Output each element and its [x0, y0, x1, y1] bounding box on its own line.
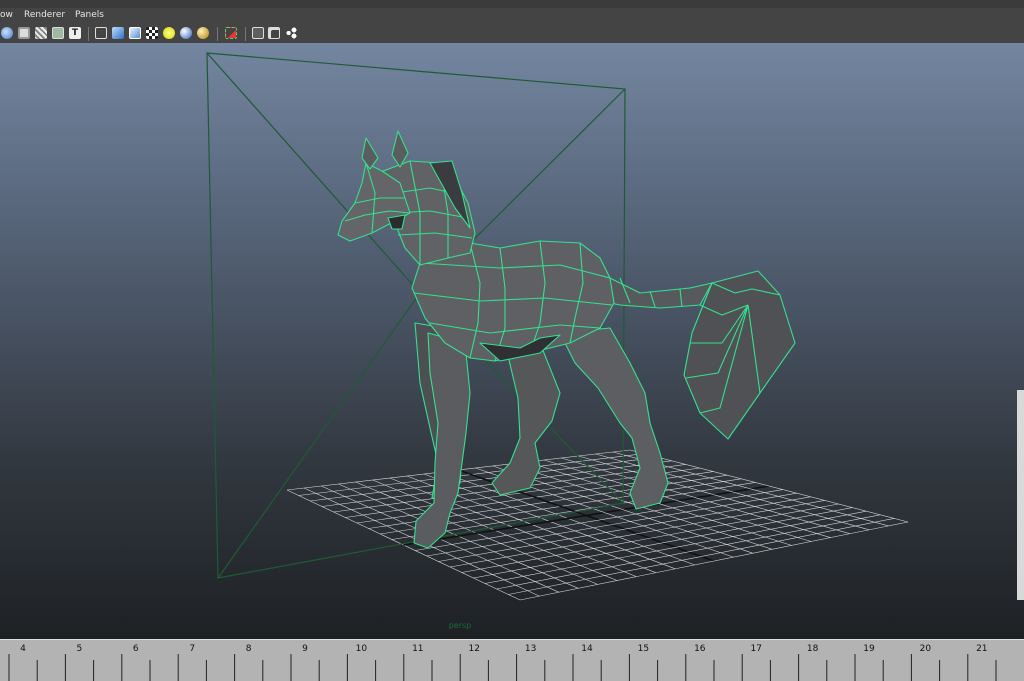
frame-number-label: 7	[189, 644, 195, 654]
graph-node-icon[interactable]	[285, 27, 297, 39]
perspective-viewport[interactable]: persp	[0, 43, 1024, 639]
back-leg-near	[559, 327, 669, 510]
frame-number-label: 12	[468, 644, 479, 654]
frame-number-label: 14	[581, 644, 593, 654]
ear-right	[391, 130, 409, 168]
ambient-occlusion-icon[interactable]	[197, 27, 209, 39]
frame-number-label: 16	[694, 644, 706, 654]
camera-name-label: persp	[448, 621, 472, 630]
frame-number-label: 13	[525, 644, 536, 654]
frame-number-label: 19	[863, 644, 875, 654]
light-bulb-icon[interactable]	[163, 27, 175, 39]
grid-wire-icon[interactable]	[35, 27, 47, 39]
frame-number-label: 15	[638, 644, 649, 654]
grid-line	[629, 449, 909, 523]
render-sphere-icon[interactable]	[1, 27, 13, 39]
panel-menu-bar: ow Renderer Panels	[0, 8, 1024, 25]
frame-number-label: 11	[412, 644, 423, 654]
frame-number-label: 6	[133, 644, 139, 654]
grid-line	[508, 518, 895, 595]
time-ruler[interactable]: 4 5 6 7 8 9 10 11 12 13 14 15 16 17 18 19 20 21	[0, 640, 1024, 681]
horse-mesh[interactable]	[337, 130, 796, 549]
checker-texture-icon[interactable]	[146, 27, 158, 39]
shaded-cube-icon[interactable]	[129, 27, 141, 39]
frame-number-label: 4	[20, 644, 26, 654]
ear-left	[361, 137, 379, 170]
xray-joints-icon[interactable]	[268, 27, 280, 39]
time-slider[interactable]: 4 5 6 7 8 9 10 11 12 13 14 15 16 17 18 19 20 21	[0, 639, 1024, 681]
frame-number-label: 8	[246, 644, 252, 654]
frame-number-label: 20	[920, 644, 932, 654]
menu-renderer[interactable]: Renderer	[24, 10, 65, 20]
xray-cube-icon[interactable]	[252, 27, 264, 39]
menu-view[interactable]: ow	[0, 10, 13, 20]
menu-panels[interactable]: Panels	[75, 10, 104, 20]
scene-canvas[interactable]	[0, 43, 1024, 639]
camera-overlay-icon[interactable]	[52, 27, 64, 39]
text-icon[interactable]: T	[69, 27, 81, 39]
frame-number-label: 18	[807, 644, 819, 654]
wireframe-cube-icon[interactable]	[95, 27, 107, 39]
back-leg-far	[491, 342, 561, 496]
panel-toolbar: T	[0, 25, 1024, 44]
toolbar-separator	[88, 27, 89, 41]
snapshot-icon[interactable]	[18, 27, 30, 39]
ground-grid	[286, 449, 909, 601]
grid-line	[519, 521, 909, 601]
frame-number-label: 5	[77, 644, 83, 654]
smooth-shade-cube-icon[interactable]	[112, 27, 124, 39]
frame-number-label: 21	[976, 644, 987, 654]
frame-number-label: 10	[356, 644, 368, 654]
frame-number-label: 9	[302, 644, 308, 654]
shadow-sphere-icon[interactable]	[180, 27, 192, 39]
side-panel-edge	[1017, 390, 1024, 600]
isolate-select-icon[interactable]	[225, 27, 237, 39]
grid-line	[496, 514, 881, 590]
frame-number-label: 17	[750, 644, 761, 654]
toolbar-separator	[245, 27, 246, 41]
toolbar-separator	[217, 27, 218, 41]
tail-base	[599, 272, 713, 309]
